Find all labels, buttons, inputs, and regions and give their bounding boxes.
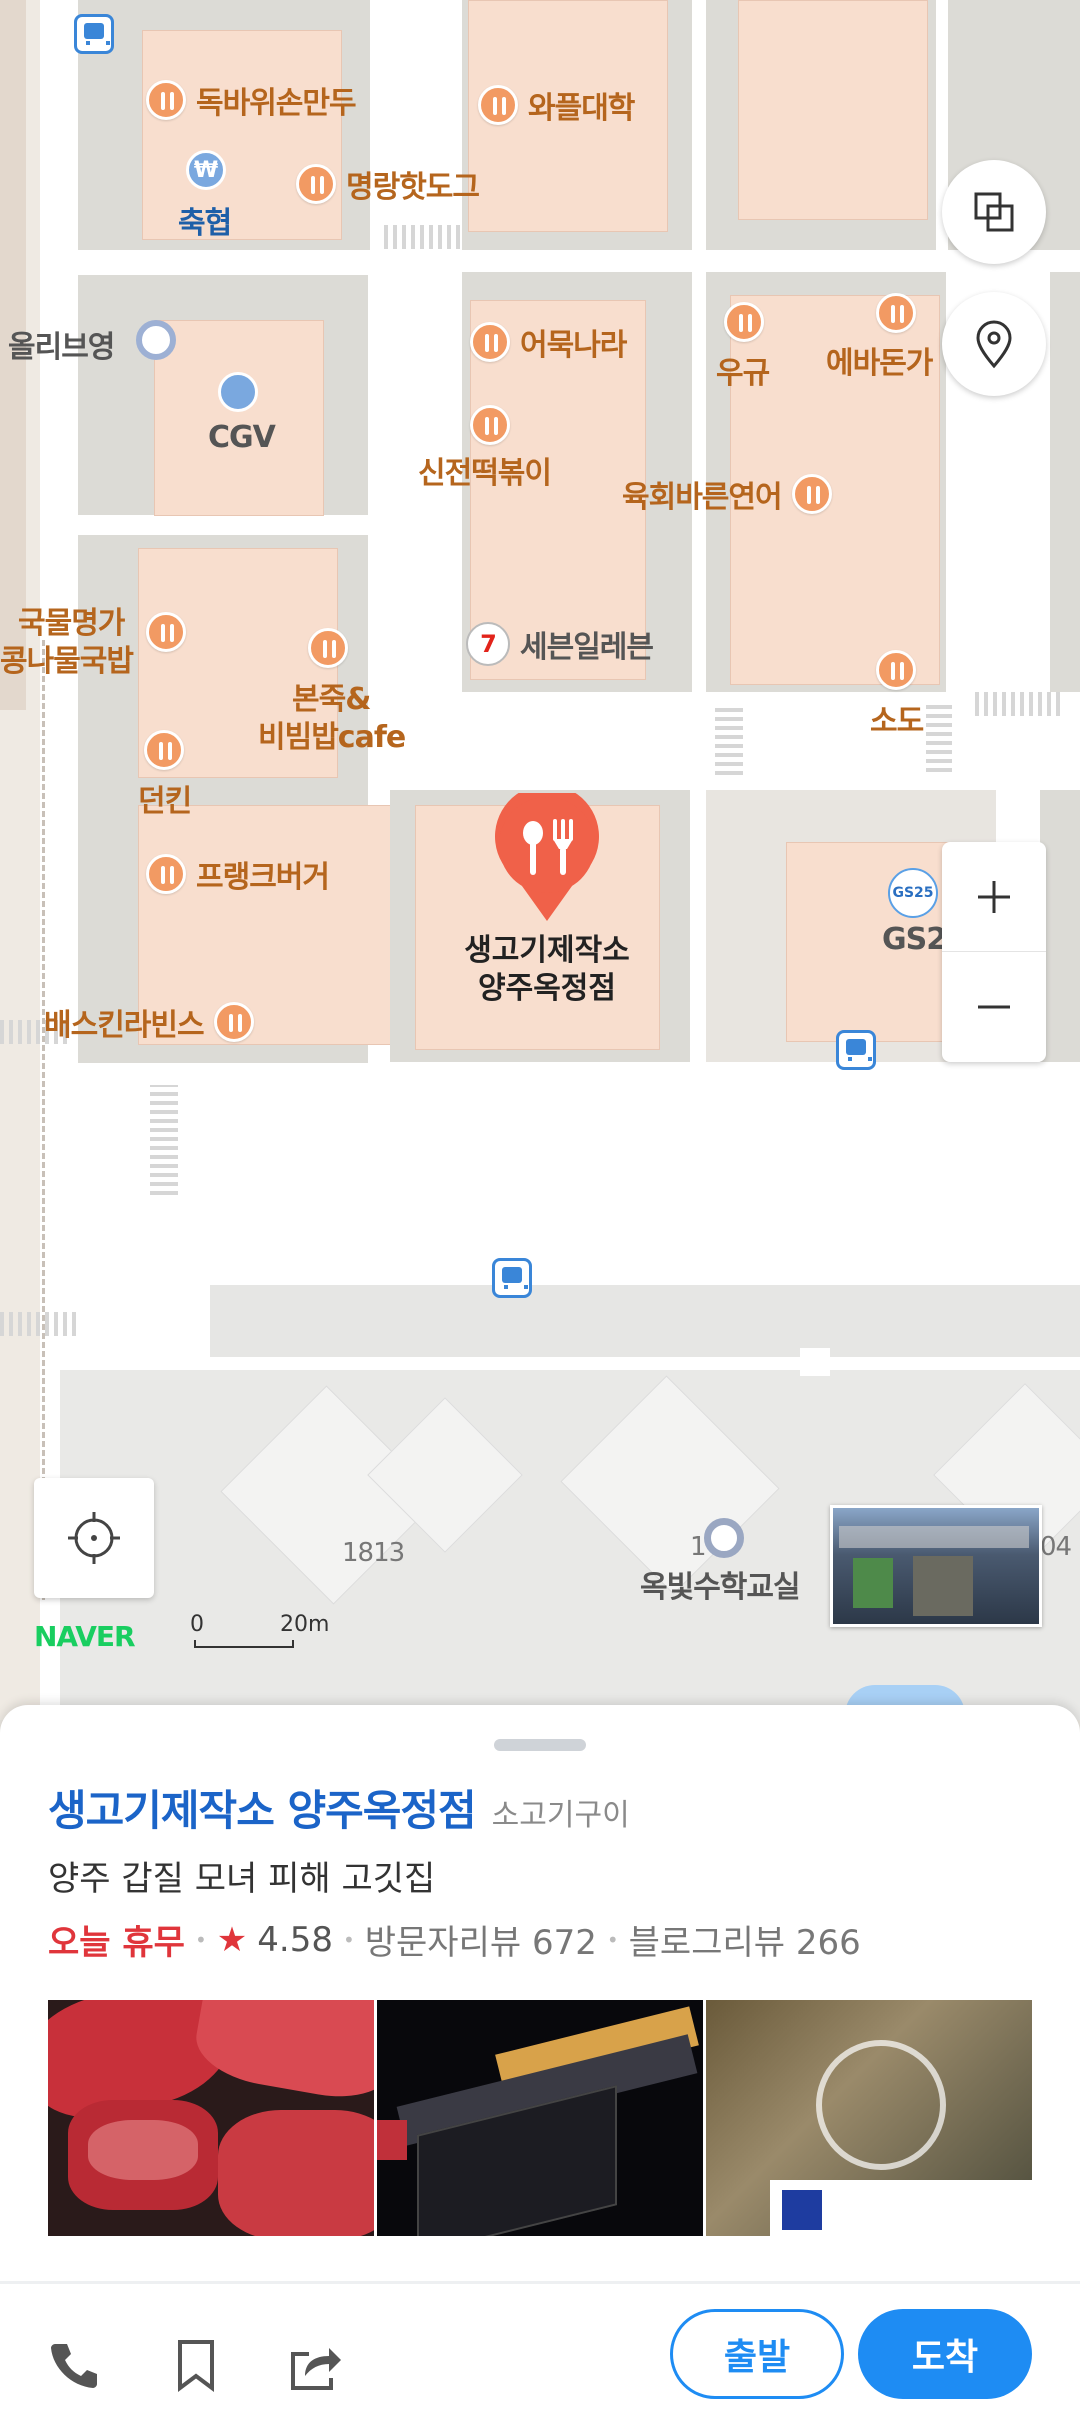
- poi-label[interactable]: 신전떡볶이: [418, 448, 552, 492]
- selected-place-label: 생고기제작소 양주옥정점: [464, 933, 630, 1006]
- restaurant-icon: [724, 302, 764, 342]
- poi-restaurant[interactable]: [308, 628, 348, 668]
- poi-restaurant[interactable]: [876, 650, 916, 690]
- place-category: 소고기구이: [491, 1798, 630, 1833]
- zoom-out-icon: [978, 1005, 1010, 1009]
- star-icon: ★: [216, 1919, 248, 1960]
- place-info-sheet[interactable]: 생고기제작소 양주옥정점 소고기구이 양주 갑질 모녀 피해 고깃집 오늘 휴무…: [0, 1705, 1080, 2422]
- map-scale: 0 20m: [190, 1612, 329, 1648]
- location-pin-icon: [976, 320, 1012, 369]
- place-title[interactable]: 생고기제작소 양주옥정점: [48, 1777, 477, 1838]
- poi-restaurant[interactable]: [876, 293, 916, 333]
- building-number: 1: [690, 1532, 707, 1562]
- seven-eleven-icon: 7: [466, 622, 510, 666]
- street-view-thumbnail[interactable]: [830, 1505, 1042, 1627]
- poi-restaurant[interactable]: 프랭크버거: [146, 852, 330, 896]
- poi-restaurant[interactable]: 와플대학: [478, 83, 635, 127]
- restaurant-icon: [791, 474, 832, 514]
- bus-stop-icon[interactable]: [492, 1258, 532, 1298]
- current-location-icon: [68, 1512, 120, 1564]
- current-location-button[interactable]: [34, 1478, 154, 1598]
- arrive-button[interactable]: 도착: [858, 2309, 1032, 2399]
- bus-stop-icon[interactable]: [836, 1030, 876, 1070]
- building-number: 04: [1040, 1532, 1072, 1562]
- meat-photo[interactable]: [48, 2000, 374, 2236]
- poi-label[interactable]: 우규: [716, 348, 770, 392]
- layers-button[interactable]: [942, 160, 1046, 264]
- blog-reviews-link[interactable]: 블로그리뷰 266: [629, 1915, 861, 1964]
- share-button[interactable]: [284, 2333, 348, 2397]
- zoom-in-icon: [978, 880, 1010, 913]
- bus-stop-icon[interactable]: [74, 14, 114, 54]
- movie-icon: [218, 372, 258, 412]
- restaurant-icon: [146, 612, 186, 652]
- restaurant-icon: [470, 322, 510, 362]
- restaurant-icon: [146, 80, 186, 120]
- poi-label[interactable]: 축협: [178, 198, 232, 242]
- restaurant-icon: [146, 854, 186, 894]
- place-description: 양주 갑질 모녀 피해 고깃집: [48, 1859, 436, 1899]
- restaurant-icon: [876, 650, 916, 690]
- naver-logo: NAVER: [34, 1620, 136, 1653]
- poi-label[interactable]: CGV: [208, 420, 276, 455]
- poi-label[interactable]: 던킨: [138, 776, 192, 820]
- poi-label[interactable]: 옥빛수학교실: [640, 1562, 801, 1606]
- poi-label[interactable]: 에바돈가: [826, 338, 933, 382]
- bank-icon: ₩: [186, 150, 226, 190]
- visitor-reviews-link[interactable]: 방문자리뷰 672: [365, 1915, 597, 1964]
- poi-convenience-store[interactable]: 7 세븐일레븐: [466, 622, 654, 666]
- zoom-control: [942, 842, 1046, 1062]
- bookmark-icon: [178, 2340, 214, 2392]
- storefront-night-photo[interactable]: [377, 2000, 703, 2236]
- interior-door-photo[interactable]: [706, 2000, 1032, 2236]
- poi-restaurant[interactable]: [724, 302, 764, 342]
- poi-restaurant[interactable]: 육회바른연어: [622, 472, 832, 516]
- poi-label[interactable]: 비빔밥cafe: [258, 712, 406, 756]
- phone-icon: [51, 2344, 97, 2388]
- academy-icon: [704, 1518, 744, 1558]
- location-pin-button[interactable]: [942, 292, 1046, 396]
- poi-label[interactable]: 콩나물국밥: [0, 636, 134, 680]
- restaurant-icon: [470, 405, 510, 445]
- selected-place-marker[interactable]: [493, 784, 601, 923]
- business-status: 오늘 휴무: [48, 1923, 185, 1963]
- restaurant-icon: [308, 628, 348, 668]
- poi-restaurant[interactable]: 어묵나라: [470, 320, 627, 364]
- zoom-in-button[interactable]: [942, 842, 1046, 952]
- restaurant-icon: [296, 164, 336, 204]
- poi-restaurant[interactable]: [144, 730, 184, 770]
- poi-label[interactable]: 소도: [870, 696, 924, 740]
- share-icon: [291, 2348, 341, 2390]
- gs25-icon: GS25: [888, 868, 938, 918]
- poi-restaurant[interactable]: [146, 612, 186, 652]
- poi-restaurant[interactable]: [470, 405, 510, 445]
- poi-restaurant[interactable]: 배스킨라빈스: [44, 1000, 254, 1044]
- depart-button[interactable]: 출발: [670, 2309, 844, 2399]
- poi-label[interactable]: 올리브영: [8, 322, 115, 366]
- call-button[interactable]: [44, 2335, 104, 2395]
- map-view[interactable]: 독바위손만두 와플대학 명랑핫도그 어묵나라 신전떡볶이 우규 에바돈가 육회바…: [0, 0, 1080, 1720]
- place-rating: 4.58: [257, 1919, 333, 1960]
- restaurant-icon: [213, 1002, 254, 1042]
- save-button[interactable]: [166, 2335, 226, 2395]
- poi-restaurant[interactable]: 명랑핫도그: [296, 162, 480, 206]
- restaurant-icon: [876, 293, 916, 333]
- layers-icon: [974, 192, 1014, 232]
- building-number: 1813: [342, 1538, 405, 1568]
- restaurant-icon: [144, 730, 184, 770]
- sheet-handle[interactable]: [494, 1739, 586, 1751]
- restaurant-icon: [478, 85, 518, 125]
- poi-restaurant[interactable]: 독바위손만두: [146, 78, 357, 122]
- zoom-out-button[interactable]: [942, 952, 1046, 1062]
- poi-label[interactable]: GS2: [882, 922, 947, 957]
- store-icon: [136, 320, 176, 360]
